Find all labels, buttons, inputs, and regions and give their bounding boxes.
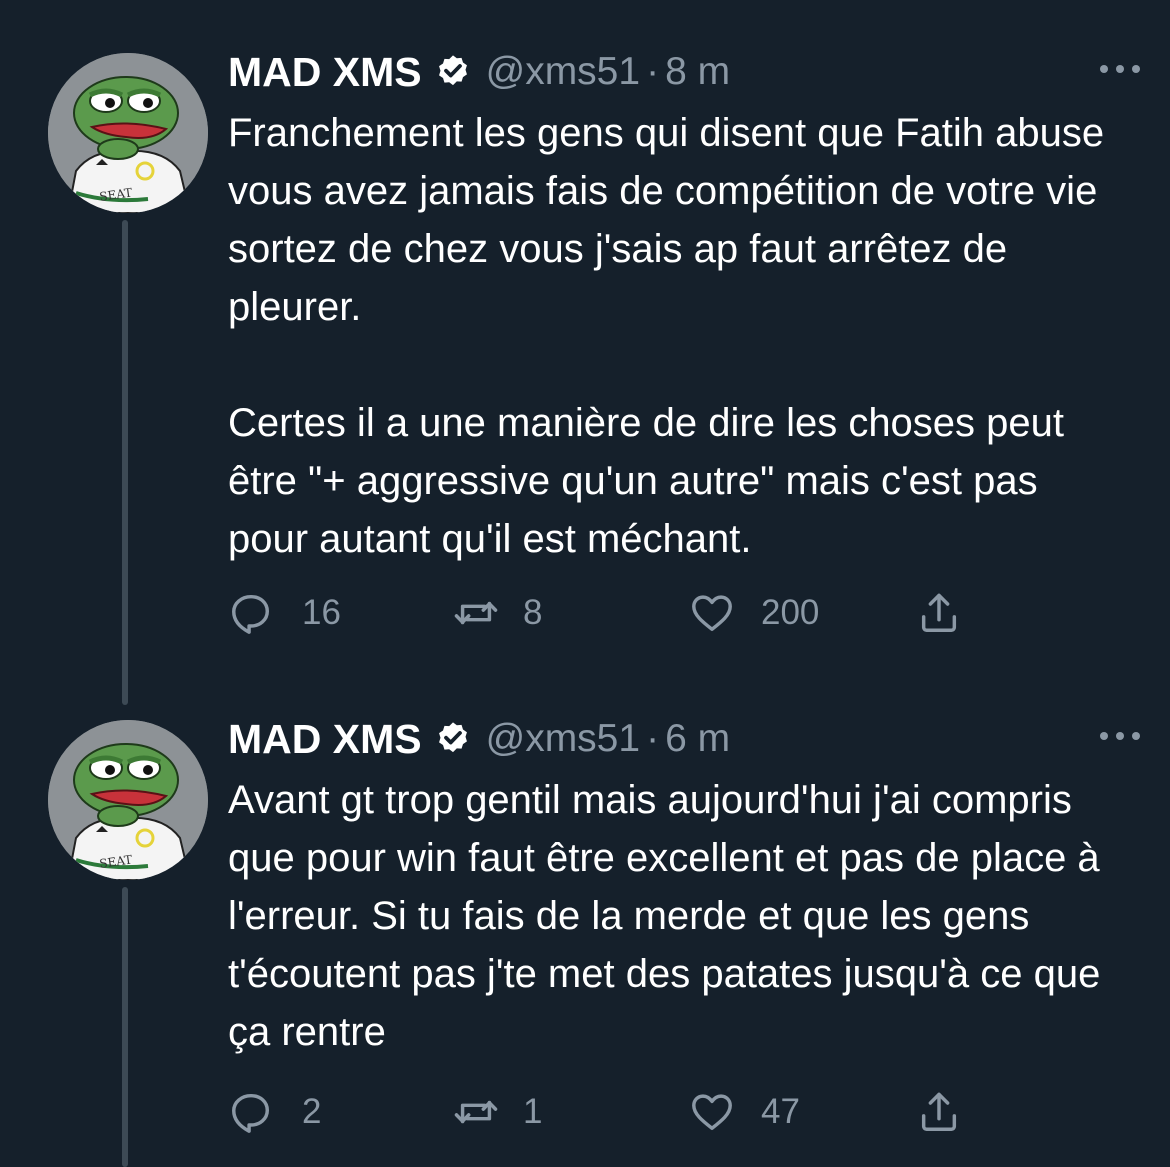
handle[interactable]: @xms51 bbox=[486, 50, 640, 94]
thread: SEAT MAD XMS @xms51 · 8 m Franchement le… bbox=[0, 0, 1170, 1167]
thread-line bbox=[122, 887, 128, 1167]
timestamp[interactable]: 6 m bbox=[665, 717, 730, 761]
handle[interactable]: @xms51 bbox=[486, 717, 640, 761]
retweet-icon bbox=[454, 601, 498, 625]
tweet-header: MAD XMS @xms51 · 6 m bbox=[228, 707, 1140, 771]
thread-line bbox=[122, 220, 128, 705]
pepe-frog-avatar-image: SEAT bbox=[48, 720, 208, 880]
reply-count: 16 bbox=[302, 593, 341, 632]
heart-icon bbox=[692, 595, 732, 632]
tweet-text: Franchement les gens qui disent que Fati… bbox=[228, 104, 1128, 568]
tweet-paragraph: Certes il a une manière de dire les chos… bbox=[228, 401, 1065, 561]
retweet-count: 8 bbox=[523, 593, 543, 632]
retweet-button[interactable]: 8 bbox=[453, 590, 542, 636]
like-button[interactable]: 200 bbox=[689, 590, 819, 636]
retweet-icon bbox=[454, 1100, 498, 1124]
share-icon bbox=[921, 1092, 957, 1131]
reply-button[interactable]: 2 bbox=[228, 1089, 321, 1135]
tweet-header: MAD XMS @xms51 · 8 m bbox=[228, 40, 1140, 104]
reply-button[interactable]: 16 bbox=[228, 590, 341, 636]
more-options-icon[interactable] bbox=[1098, 62, 1142, 76]
reply-icon bbox=[232, 1093, 270, 1133]
verified-badge-icon bbox=[438, 722, 467, 753]
tweet-text: Avant gt trop gentil mais aujourd'hui j'… bbox=[228, 771, 1128, 1061]
share-button[interactable] bbox=[916, 1089, 962, 1135]
reply-count: 2 bbox=[302, 1092, 322, 1131]
retweet-button[interactable]: 1 bbox=[453, 1089, 542, 1135]
display-name[interactable]: MAD XMS bbox=[228, 716, 422, 763]
tweet-paragraph: Franchement les gens qui disent que Fati… bbox=[228, 111, 1105, 329]
display-name[interactable]: MAD XMS bbox=[228, 49, 422, 96]
share-button[interactable] bbox=[916, 590, 962, 636]
tweet-content: MAD XMS @xms51 · 8 m Franchement les gen… bbox=[228, 40, 1140, 634]
tweet-content: MAD XMS @xms51 · 6 m Avant gt trop genti… bbox=[228, 707, 1140, 1133]
separator-dot: · bbox=[646, 717, 660, 760]
tweet-paragraph: Avant gt trop gentil mais aujourd'hui j'… bbox=[228, 778, 1101, 1054]
like-count: 47 bbox=[761, 1092, 800, 1131]
verified-badge-icon bbox=[438, 55, 467, 86]
separator-dot: · bbox=[646, 50, 660, 93]
like-button[interactable]: 47 bbox=[689, 1089, 800, 1135]
like-count: 200 bbox=[761, 593, 820, 632]
heart-icon bbox=[692, 1094, 732, 1131]
avatar[interactable]: SEAT bbox=[48, 720, 208, 880]
share-icon bbox=[921, 593, 957, 632]
reply-icon bbox=[232, 594, 270, 634]
more-options-icon[interactable] bbox=[1098, 729, 1142, 743]
timestamp[interactable]: 8 m bbox=[665, 50, 730, 94]
pepe-frog-avatar-image: SEAT bbox=[48, 53, 208, 213]
retweet-count: 1 bbox=[523, 1092, 543, 1131]
avatar[interactable]: SEAT bbox=[48, 53, 208, 213]
